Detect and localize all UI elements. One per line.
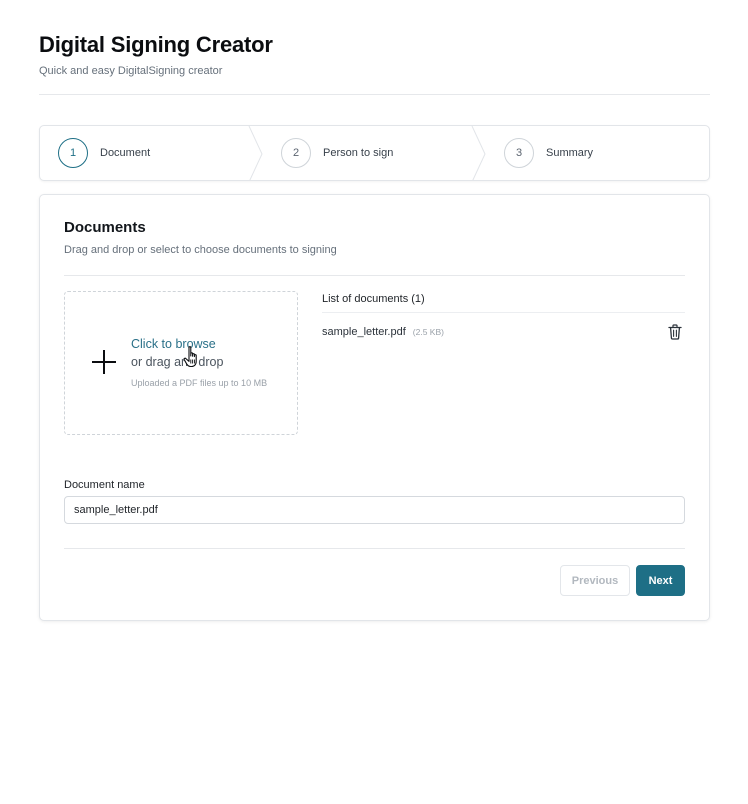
page-header: Digital Signing Creator Quick and easy D… [39,32,710,95]
section-title: Documents [64,219,146,236]
step-number: 1 [58,138,88,168]
document-size: (2.5 KB) [412,327,444,337]
document-list-item: sample_letter.pdf (2.5 KB) [322,322,685,342]
app-subtitle: Quick and easy DigitalSigning creator [39,65,223,77]
step-separator-chevron [471,126,486,180]
upload-hint: Uploaded a PDF files up to 10 MB [131,378,268,388]
section-divider [64,275,685,276]
step-number: 2 [281,138,311,168]
drag-drop-text: or drag and drop [131,355,224,369]
section-subtitle: Drag and drop or select to choose docume… [64,244,337,256]
trash-icon[interactable] [668,324,682,340]
plus-icon [92,350,116,374]
document-name-label: Document name [64,479,145,491]
previous-button[interactable]: Previous [560,565,630,596]
step-label: Person to sign [323,147,394,159]
list-divider [322,312,685,313]
next-button[interactable]: Next [636,565,685,596]
step-document[interactable]: 1 Document [58,126,150,180]
documents-card: Documents Drag and drop or select to cho… [39,194,710,621]
step-separator-chevron [248,126,263,180]
step-person-to-sign[interactable]: 2 Person to sign [281,126,393,180]
actions-divider [64,548,685,549]
app-title: Digital Signing Creator [39,32,273,57]
step-label: Document [100,147,151,159]
stepper: 1 Document 2 Person to sign 3 Summary [39,125,710,181]
documents-list-title: List of documents (1) [322,293,425,305]
step-summary[interactable]: 3 Summary [504,126,593,180]
document-name-input[interactable] [64,496,685,524]
step-number: 3 [504,138,534,168]
step-label: Summary [546,147,594,159]
file-dropzone[interactable]: Click to browse or drag and drop Uploade… [64,291,298,435]
document-name: sample_letter.pdf [322,326,406,338]
browse-link[interactable]: Click to browse [131,337,216,351]
hand-cursor-icon [183,346,197,368]
